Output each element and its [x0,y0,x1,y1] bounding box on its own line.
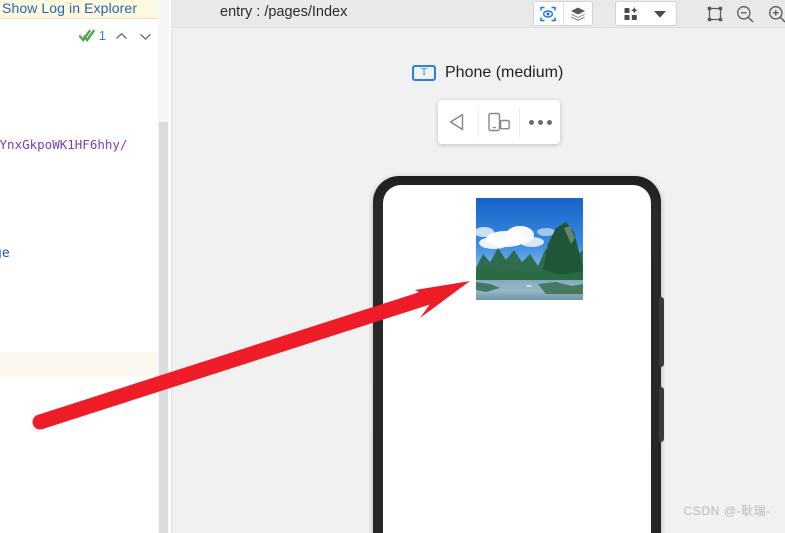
app-window: Show Log in Explorer 1 LYnxGkpoWK1HF6hhy… [0,0,785,533]
show-log-in-explorer-link[interactable]: Show Log in Explorer [2,0,137,16]
phone-screen[interactable] [383,185,651,533]
phone-power-button [659,387,664,442]
match-count-label: 1 [98,28,106,43]
components-grid-icon[interactable] [616,2,645,25]
notification-bar: Show Log in Explorer [0,0,158,19]
phone-volume-button [659,297,664,367]
layers-icon[interactable] [564,2,593,25]
fit-to-screen-icon[interactable] [702,1,728,26]
log-panel-scrollbar-thumb[interactable] [159,122,168,533]
back-triangle-icon[interactable] [438,100,478,144]
chevron-down-icon[interactable] [136,27,154,45]
log-text-line-2[interactable]: ge [0,246,10,261]
watermark: CSDN @-耿瑞- [683,504,771,518]
double-check-icon [78,29,95,43]
device-label: T Phone (medium) [412,64,563,82]
device-toolbar [438,100,560,144]
device-type-badge: T [412,65,436,81]
breadcrumb: entry : /pages/Index [220,4,348,20]
log-highlight-band [0,352,158,377]
components-group [615,1,677,26]
preview-inspect-icon[interactable] [534,2,563,25]
search-result-nav: 1 [78,26,154,46]
phone-device-mockup [373,176,664,533]
more-dots-glyph [528,119,552,125]
preview-image[interactable] [476,198,583,300]
log-text-line-1: LYnxGkpoWK1HF6hhy/ [0,137,128,152]
device-name-label: Phone (medium) [445,64,564,81]
previewer-panel: entry : /pages/Index T Phone (medium) CS… [172,0,785,533]
chevron-up-icon[interactable] [112,27,130,45]
rotate-device-icon[interactable] [479,100,519,144]
log-panel: Show Log in Explorer 1 LYnxGkpoWK1HF6hhy… [0,0,158,533]
chevron-down-icon[interactable] [645,2,674,25]
zoom-out-icon[interactable] [732,1,758,26]
zoom-in-icon[interactable] [764,1,785,26]
more-dots-icon[interactable] [520,100,560,144]
view-mode-group [533,1,593,26]
